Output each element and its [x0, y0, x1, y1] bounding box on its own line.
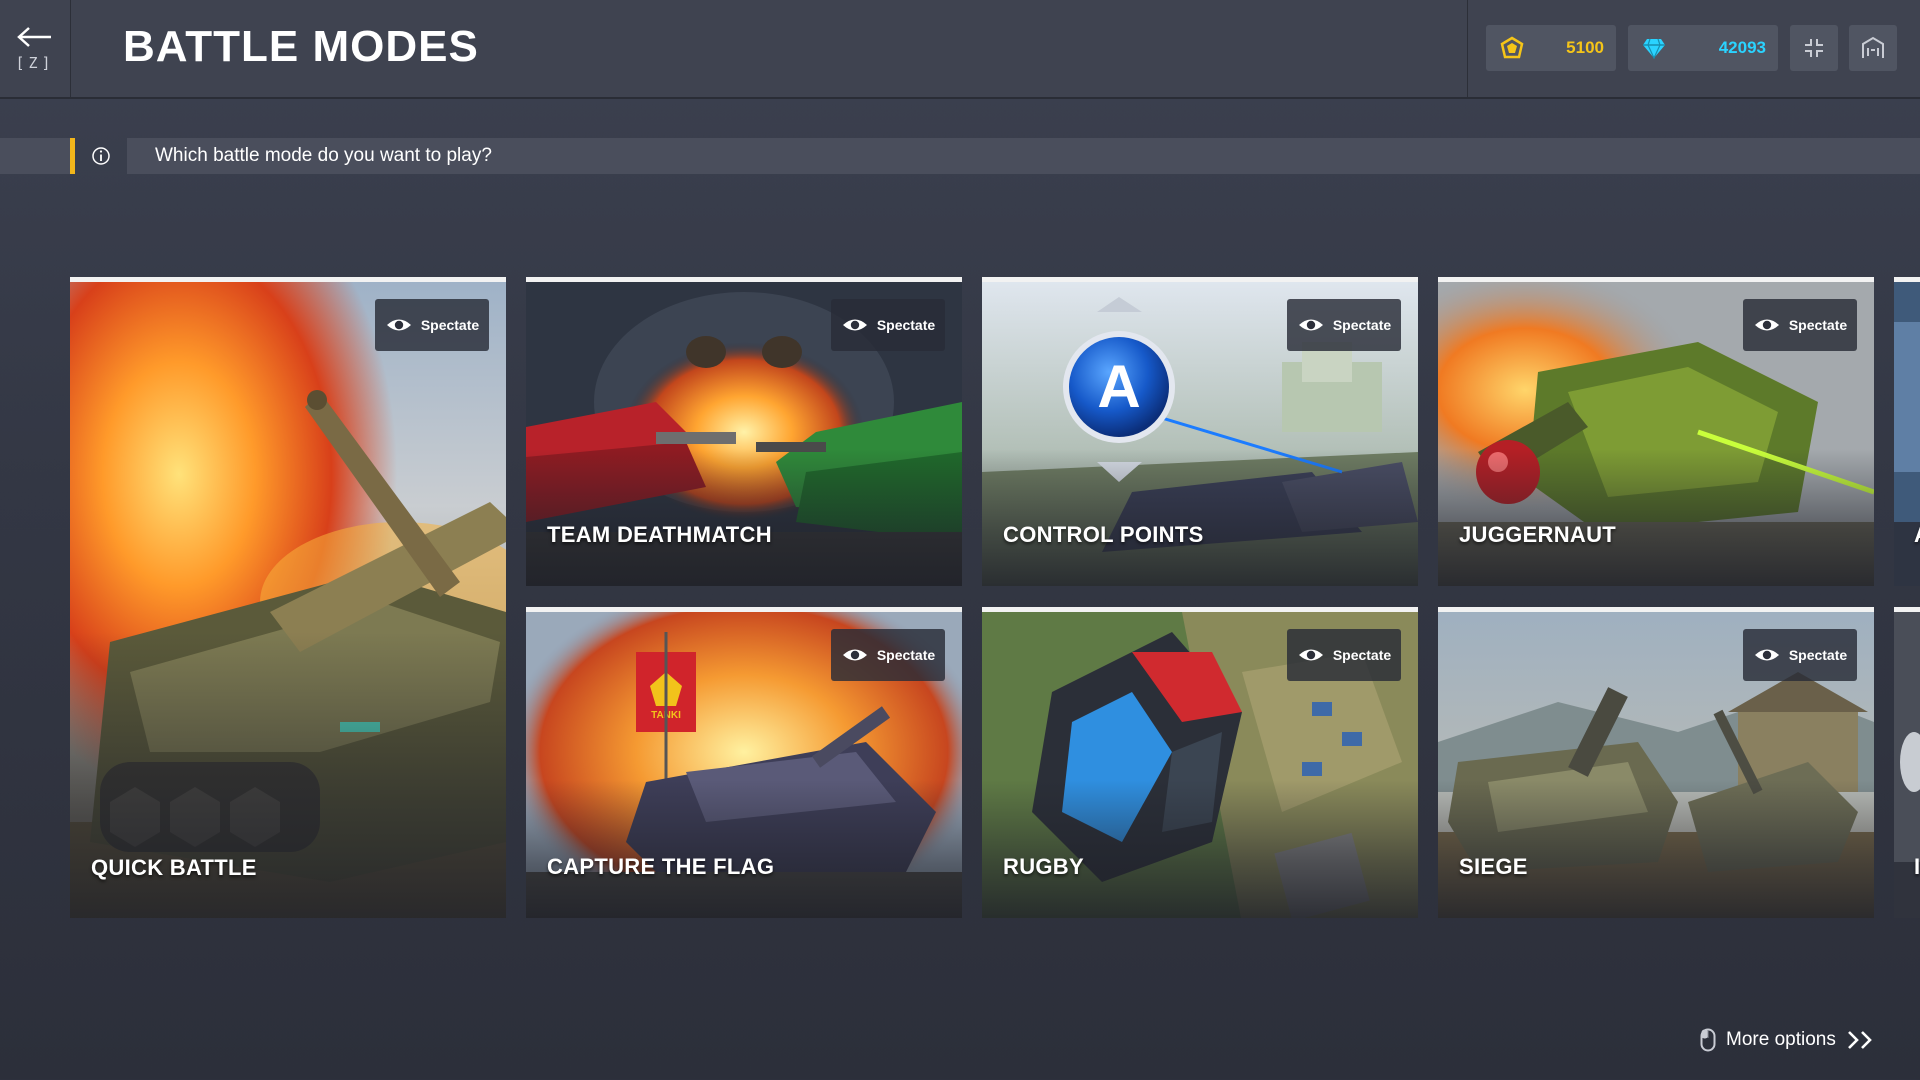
eye-icon	[1298, 649, 1323, 661]
crystals-value: 5100	[1566, 38, 1604, 57]
collapse-icon	[1805, 39, 1823, 57]
mode-name: RUGBY	[1003, 854, 1084, 879]
spectate-label: Spectate	[1332, 317, 1392, 333]
spectate-button[interactable]: Spectate	[1287, 299, 1401, 351]
eye-icon	[386, 319, 411, 331]
garage-button[interactable]	[1849, 25, 1897, 71]
info-text: Which battle mode do you want to play?	[155, 145, 492, 166]
back-button[interactable]: [Z]	[0, 0, 71, 97]
spectate-label: Spectate	[420, 317, 480, 333]
mode-name-partial: A	[1914, 522, 1920, 548]
card-shade	[526, 449, 962, 586]
spectate-button[interactable]: Spectate	[831, 299, 945, 351]
spectate-button[interactable]: Spectate	[831, 629, 945, 681]
arrow-left-icon	[17, 26, 51, 47]
spectate-button[interactable]: Spectate	[1743, 299, 1857, 351]
mode-card-partial-bottom[interactable]: I	[1894, 607, 1920, 918]
currency-panel: 5100 42093	[1467, 0, 1920, 97]
spectate-label: Spectate	[1788, 317, 1848, 333]
card-shade	[526, 780, 962, 918]
mode-name: CONTROL POINTS	[1003, 522, 1204, 547]
mode-card-siege[interactable]: Spectate SIEGE	[1438, 607, 1874, 918]
page-title: BATTLE MODES	[123, 22, 479, 71]
card-shade	[982, 780, 1418, 918]
spectate-label: Spectate	[1788, 647, 1848, 663]
eye-icon	[842, 649, 867, 661]
info-icon-wrap	[75, 138, 127, 174]
more-options-label: More options	[1726, 1029, 1836, 1050]
info-banner-left-block	[0, 138, 70, 174]
card-shade	[1438, 449, 1874, 586]
mode-name: TEAM DEATHMATCH	[547, 522, 772, 547]
spectate-button[interactable]: Spectate	[1287, 629, 1401, 681]
eye-icon	[1754, 319, 1779, 331]
control-point-letter: A	[1097, 353, 1140, 420]
info-banner: Which battle mode do you want to play?	[0, 138, 1920, 174]
spectate-label: Spectate	[1332, 647, 1392, 663]
top-bar: [Z] BATTLE MODES 5100 42093	[0, 0, 1920, 99]
card-shade	[982, 449, 1418, 586]
crystal-icon	[1500, 36, 1524, 59]
mode-card-juggernaut[interactable]: Spectate JUGGERNAUT	[1438, 277, 1874, 586]
eye-icon	[1298, 319, 1323, 331]
mode-card-quick-battle[interactable]: Spectate QUICK BATTLE	[70, 277, 506, 918]
eye-icon	[1754, 649, 1779, 661]
mode-name-partial: I	[1914, 854, 1920, 879]
more-options-button[interactable]: More options	[1700, 1025, 1876, 1055]
mode-card-control-points[interactable]: A Spectate CONTROL POINTS	[982, 277, 1418, 586]
mode-name: JUGGERNAUT	[1459, 522, 1617, 547]
mouse-icon	[1700, 1028, 1716, 1052]
mode-card-partial-top[interactable]: A	[1894, 277, 1920, 586]
mode-name: QUICK BATTLE	[91, 855, 257, 880]
mode-card-team-deathmatch[interactable]: Spectate TEAM DEATHMATCH	[526, 277, 962, 586]
spectate-label: Spectate	[876, 317, 936, 333]
spectate-button[interactable]: Spectate	[375, 299, 489, 351]
info-text-box: Which battle mode do you want to play?	[127, 138, 1920, 174]
diamonds-counter[interactable]: 42093	[1628, 25, 1778, 71]
mode-name: SIEGE	[1459, 854, 1528, 879]
garage-icon	[1862, 36, 1884, 58]
mode-card-capture-the-flag[interactable]: TANKI Spectate CAPTURE THE FLAG	[526, 607, 962, 918]
card-shade	[1438, 780, 1874, 918]
back-hotkey-label: [Z]	[15, 53, 55, 72]
mode-name: CAPTURE THE FLAG	[547, 854, 775, 879]
crystals-counter[interactable]: 5100	[1486, 25, 1616, 71]
double-chevron-right-icon	[1847, 1031, 1872, 1049]
info-icon	[92, 147, 110, 165]
eye-icon	[842, 319, 867, 331]
spectate-button[interactable]: Spectate	[1743, 629, 1857, 681]
fullscreen-toggle-button[interactable]	[1790, 25, 1838, 71]
mode-card-rugby[interactable]: Spectate RUGBY	[982, 607, 1418, 918]
diamond-icon	[1643, 38, 1665, 59]
diamonds-value: 42093	[1718, 38, 1766, 57]
spectate-label: Spectate	[876, 647, 936, 663]
